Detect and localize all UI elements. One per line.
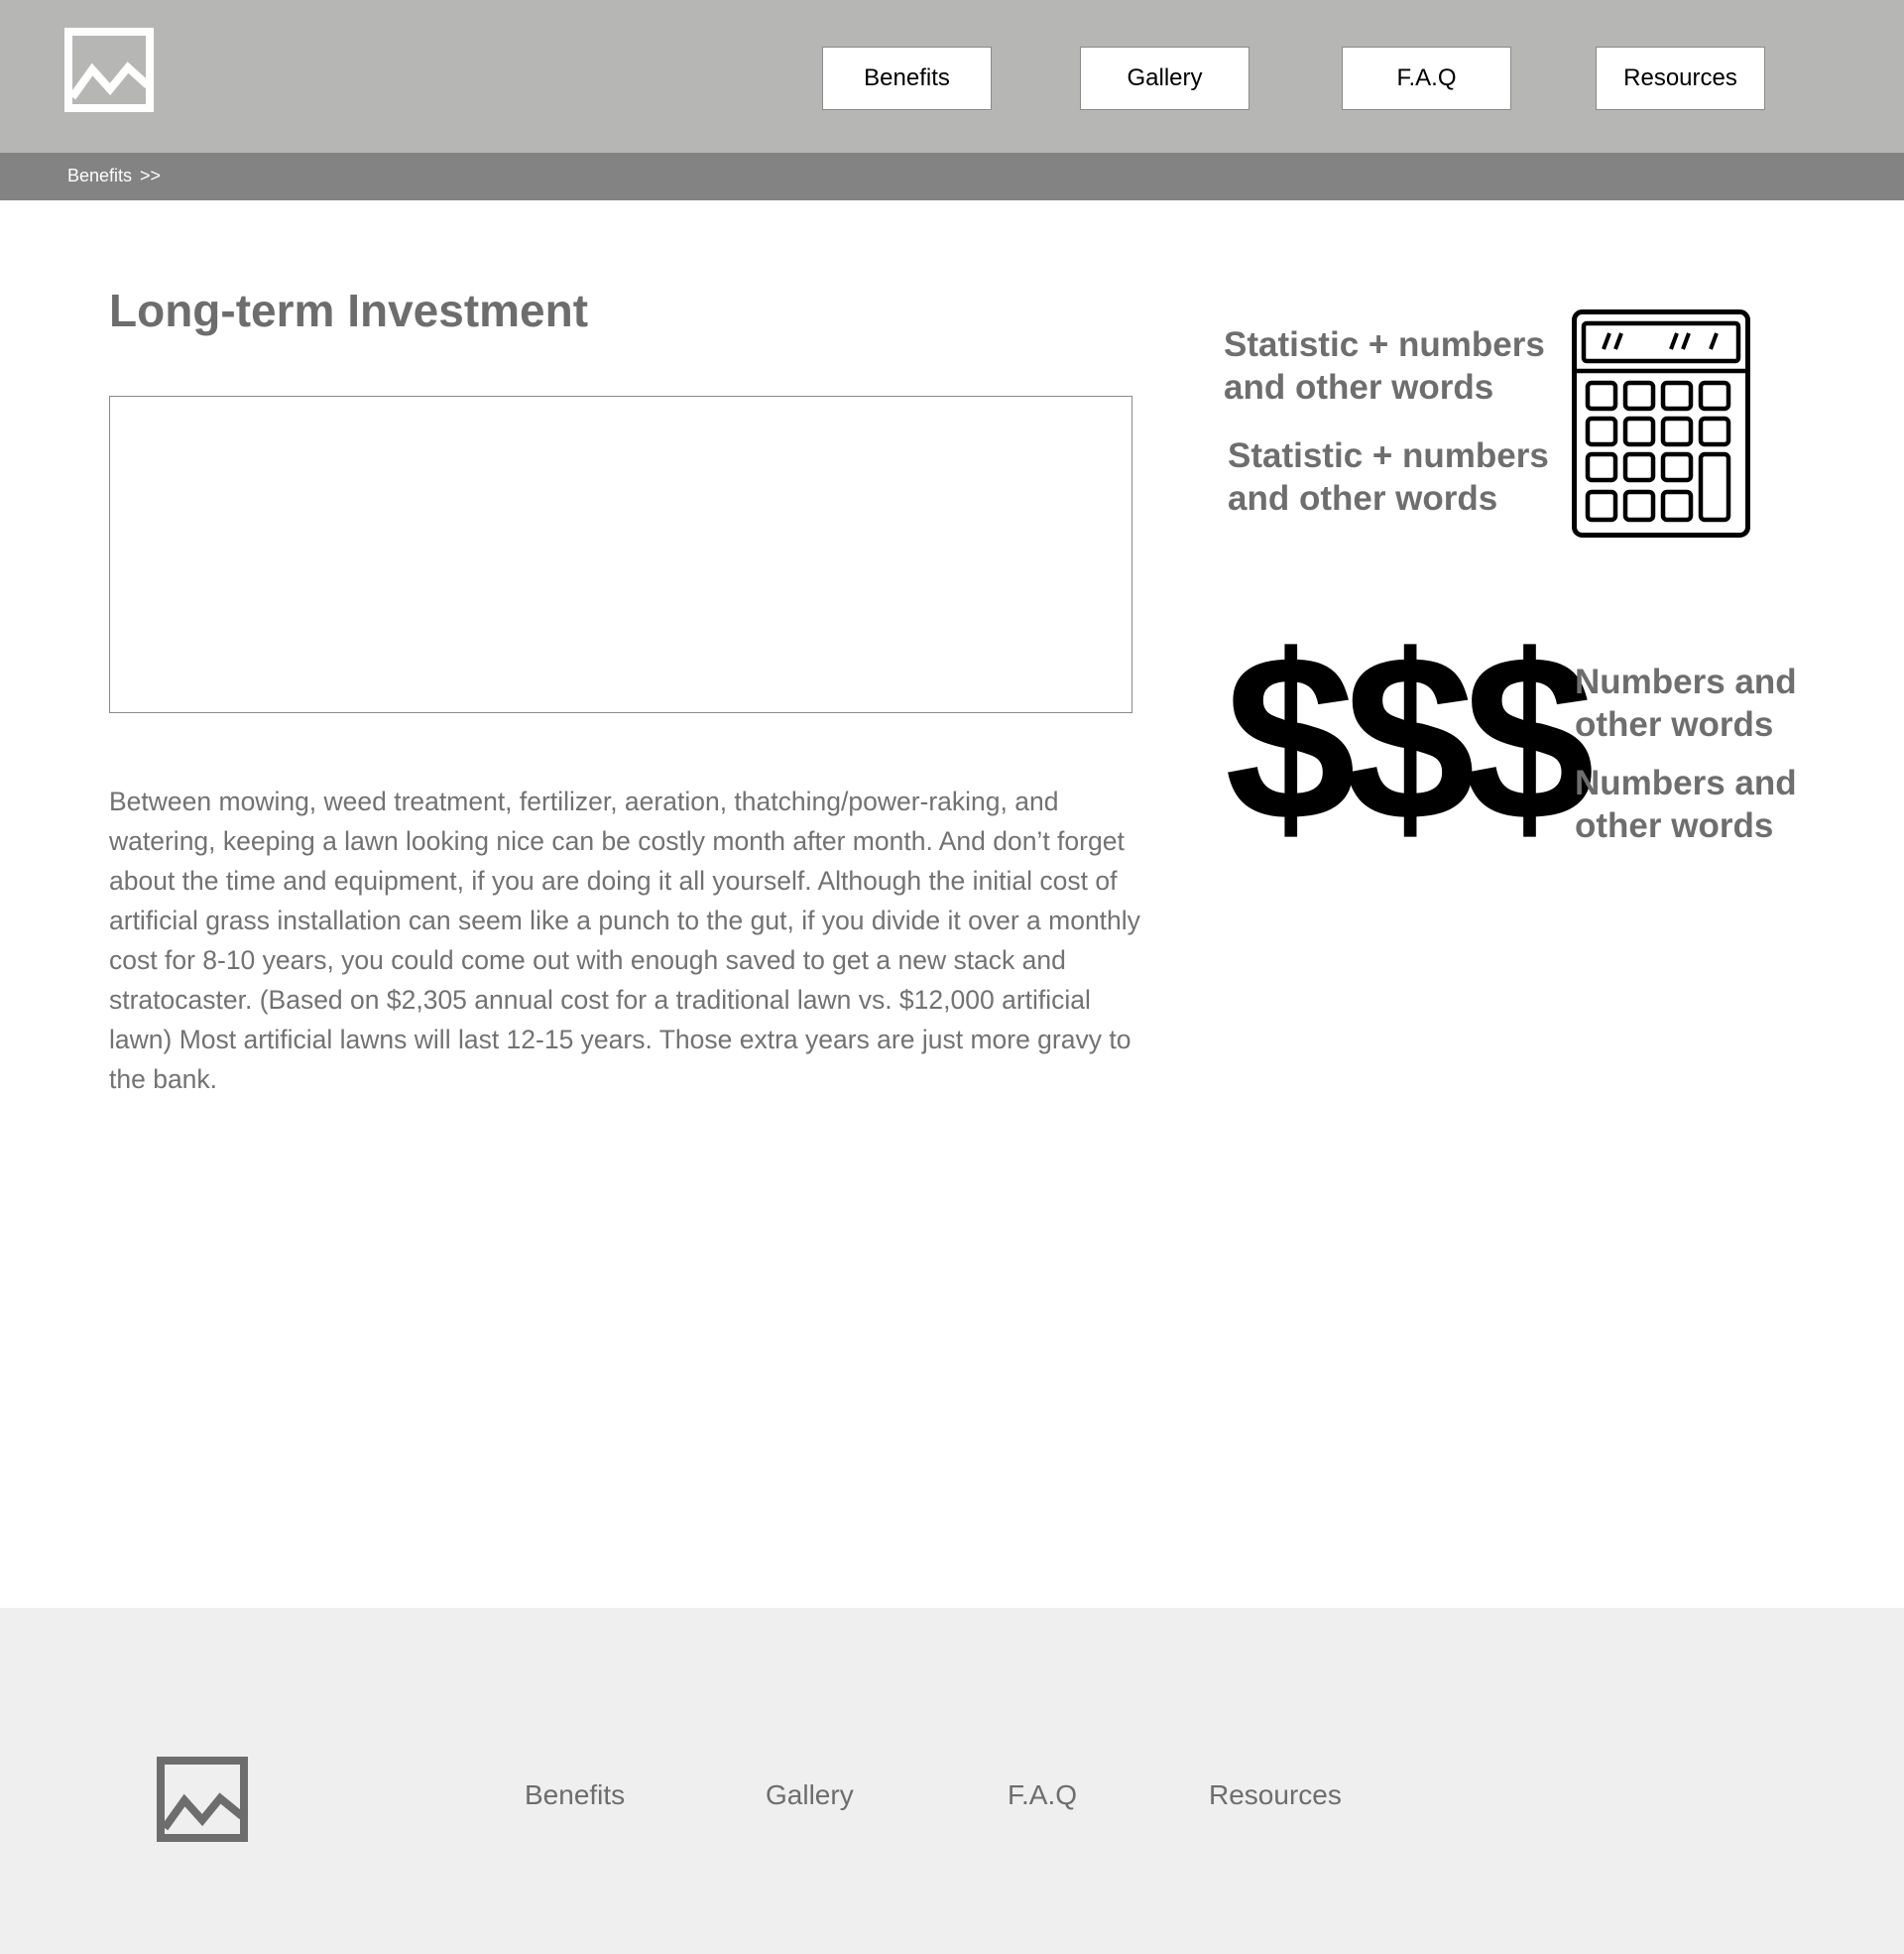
site-header: Benefits Gallery F.A.Q Resources (0, 0, 1904, 153)
footer-gallery-link[interactable]: Gallery (766, 1779, 854, 1811)
media-placeholder (109, 396, 1132, 713)
footer-faq-link[interactable]: F.A.Q (1008, 1779, 1077, 1811)
calculator-stat-1: Statistic + numbers and other words (1224, 325, 1545, 407)
footer-resources-link[interactable]: Resources (1209, 1779, 1342, 1811)
dollar-signs-icon: $$$ (1225, 607, 1595, 870)
breadcrumb-benefits-link[interactable]: Benefits (67, 166, 132, 186)
site-footer: Benefits Gallery F.A.Q Resources (0, 1608, 1904, 1954)
nav-gallery-button[interactable]: Gallery (1080, 47, 1250, 110)
calculator-stat-2: Statistic + numbers and other words (1228, 436, 1549, 518)
body-paragraph: Between mowing, weed treatment, fertiliz… (109, 787, 1140, 1094)
footer-benefits-link[interactable]: Benefits (525, 1779, 625, 1811)
calculator-icon (1572, 309, 1750, 538)
dollar-stat-2: Numbers and other words (1575, 764, 1797, 845)
dollar-stat-1: Numbers and other words (1575, 663, 1797, 744)
footer-logo-image-icon[interactable] (157, 1757, 248, 1842)
page-title: Long-term Investment (109, 285, 589, 336)
breadcrumb: Benefits >> (67, 166, 161, 186)
nav-faq-button[interactable]: F.A.Q (1342, 47, 1511, 110)
nav-resources-button[interactable]: Resources (1596, 47, 1765, 110)
breadcrumb-bar: Benefits >> (0, 153, 1904, 200)
nav-benefits-button[interactable]: Benefits (822, 47, 992, 110)
breadcrumb-separator: >> (140, 166, 162, 185)
logo-image-icon[interactable] (64, 28, 154, 112)
